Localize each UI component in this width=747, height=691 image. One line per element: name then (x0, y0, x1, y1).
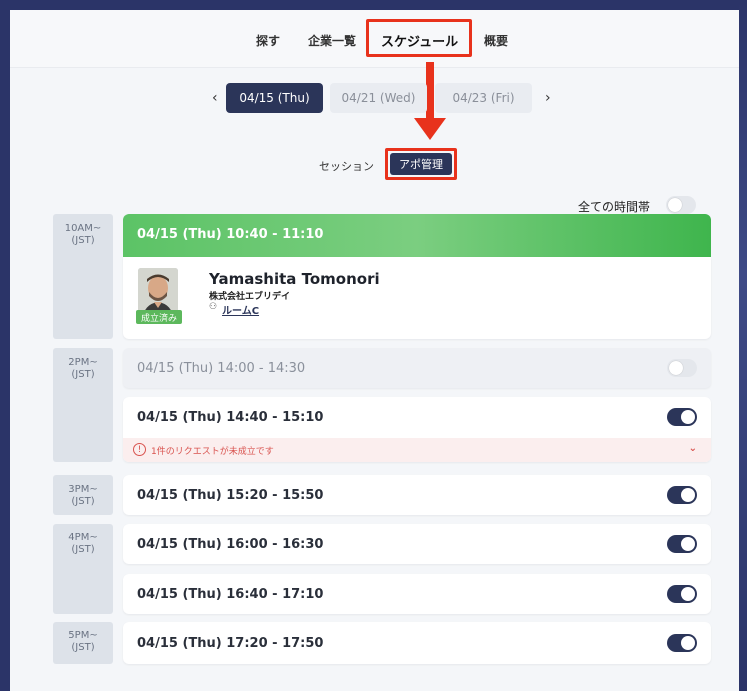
time-slot-card[interactable]: 04/15 (Thu) 17:20 - 17:50 (123, 622, 711, 664)
schedule-highlight-box (366, 19, 472, 57)
time-label: 10AM~ (JST) (64, 223, 102, 246)
warning-row[interactable]: ! 1件のリクエストが未成立です ⌄ (123, 438, 711, 462)
room-link[interactable]: ルームC (222, 302, 259, 317)
nav-item-search[interactable]: 探す (256, 32, 280, 49)
time-slot-card[interactable]: 04/15 (Thu) 16:00 - 16:30 (123, 524, 711, 564)
time-slot-label: 04/15 (Thu) 14:00 - 14:30 (137, 361, 306, 376)
time-slot-toggle[interactable] (667, 634, 697, 652)
room-icon: ⚇ (209, 302, 218, 312)
status-badge: 成立済み (136, 310, 182, 324)
time-slot-label: 04/15 (Thu) 16:40 - 17:10 (137, 587, 324, 602)
time-slot-toggle[interactable] (667, 585, 697, 603)
all-time-label: 全ての時間帯 (578, 200, 651, 214)
date-next-button[interactable]: › (545, 90, 551, 106)
booked-slot-header[interactable]: 04/15 (Thu) 10:40 - 11:10 (123, 214, 711, 257)
date-option-selected[interactable]: 04/15 (Thu) (226, 83, 323, 113)
time-slot-card[interactable]: 04/15 (Thu) 15:20 - 15:50 (123, 475, 711, 515)
time-label: 3PM~ (JST) (68, 484, 98, 507)
nav-item-companies[interactable]: 企業一覧 (308, 32, 356, 49)
all-time-toggle[interactable] (666, 196, 696, 214)
time-slot-toggle[interactable] (667, 535, 697, 553)
date-option[interactable]: 04/21 (Wed) (330, 83, 427, 113)
page: 探す 企業一覧 スケジュール 概要 ‹ 04/15 (Thu) 04/21 (W… (10, 10, 739, 691)
date-prev-button[interactable]: ‹ (212, 90, 218, 106)
time-label: 5PM~ (JST) (68, 630, 98, 653)
time-slot-toggle[interactable] (667, 359, 697, 377)
appointment-highlight-box (385, 148, 457, 180)
attendee-name[interactable]: Yamashita Tomonori (209, 270, 380, 288)
chevron-down-icon[interactable]: ⌄ (689, 443, 697, 454)
warning-icon: ! (133, 443, 146, 456)
annotation-arrow-shaft (426, 62, 434, 122)
time-label: 2PM~ (JST) (68, 357, 98, 380)
attendee-company: 株式会社エブリデイ (209, 292, 291, 302)
booked-slot-label: 04/15 (Thu) 10:40 - 11:10 (137, 227, 324, 242)
annotation-arrow-head (414, 118, 446, 140)
time-slot-card[interactable]: 04/15 (Thu) 16:40 - 17:10 (123, 574, 711, 614)
time-slot-label: 04/15 (Thu) 16:00 - 16:30 (137, 537, 324, 552)
time-slot-toggle[interactable] (667, 486, 697, 504)
time-slot-label: 04/15 (Thu) 15:20 - 15:50 (137, 488, 324, 503)
time-label: 4PM~ (JST) (68, 532, 98, 555)
nav-item-overview[interactable]: 概要 (484, 32, 508, 49)
time-slot-toggle[interactable] (667, 408, 697, 426)
time-slot-label: 04/15 (Thu) 17:20 - 17:50 (137, 636, 324, 651)
time-slot-label: 04/15 (Thu) 14:40 - 15:10 (137, 410, 324, 425)
date-option[interactable]: 04/23 (Fri) (435, 83, 532, 113)
segment-session[interactable]: セッション (319, 158, 374, 174)
warning-text: 1件のリクエストが未成立です (151, 447, 274, 457)
top-nav: 探す 企業一覧 スケジュール 概要 (10, 10, 739, 68)
time-slot-card[interactable]: 04/15 (Thu) 14:00 - 14:30 (123, 348, 711, 388)
attendee-card[interactable]: 成立済み Yamashita Tomonori 株式会社エブリデイ ⚇ ルームC (123, 257, 711, 339)
